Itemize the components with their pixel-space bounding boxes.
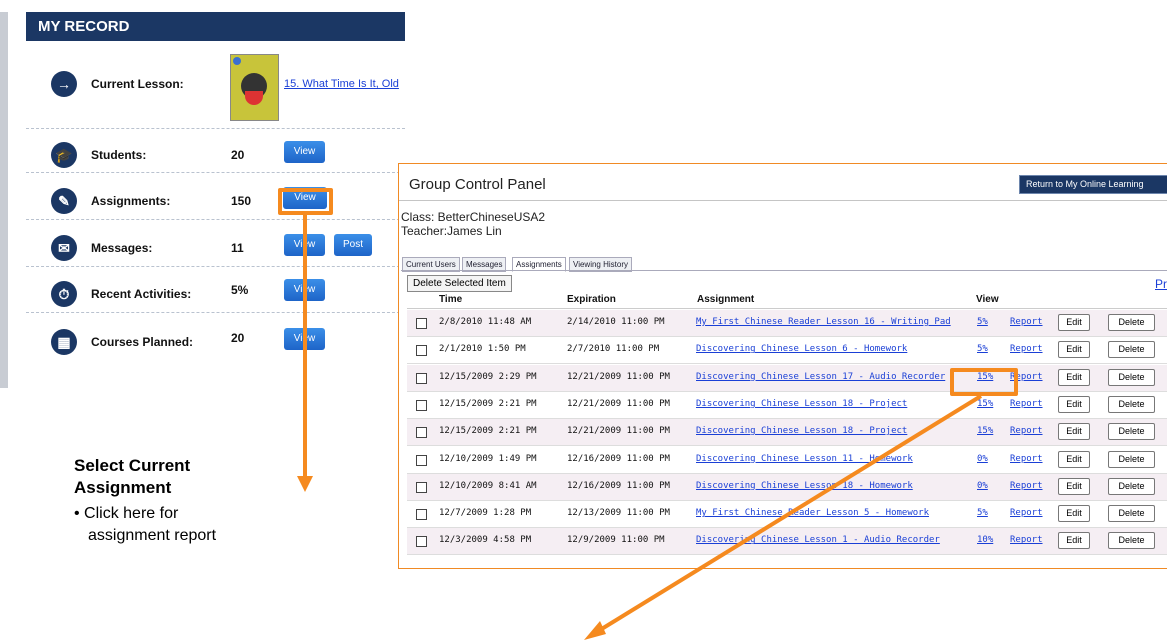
arrow-diagonal-line: [598, 394, 983, 632]
arrow-diagonal-head: [584, 621, 606, 640]
arrow-down-head: [297, 476, 313, 492]
annotation-arrows: [297, 214, 983, 640]
